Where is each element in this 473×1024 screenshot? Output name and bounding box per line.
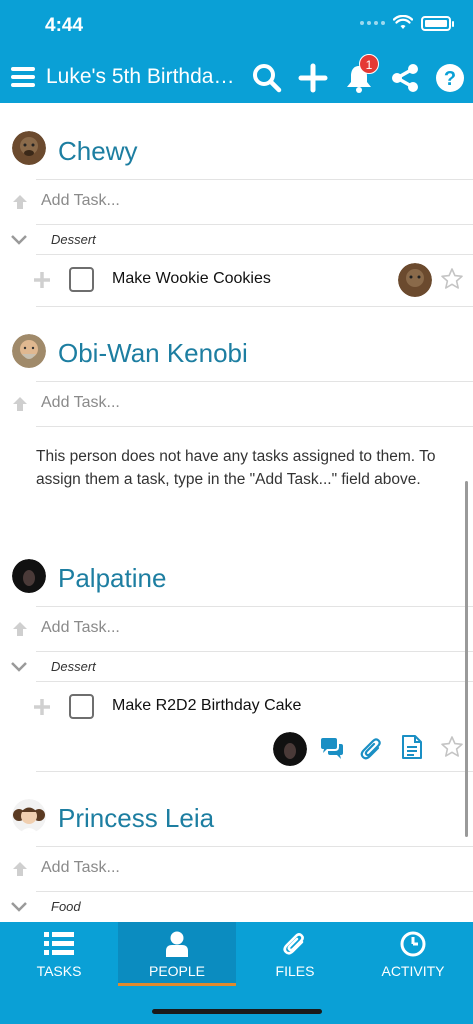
person-name[interactable]: Palpatine (58, 563, 166, 594)
divider (36, 306, 473, 307)
category-row[interactable]: Food (0, 892, 473, 922)
task-row[interactable]: Make R2D2 Birthday Cake (0, 681, 473, 733)
top-bar: 4:44 Luke's 5th Birthda… ? 1 (0, 0, 473, 103)
add-task-input[interactable]: Add Task... (41, 394, 120, 412)
task-title[interactable]: Make R2D2 Birthday Cake (112, 697, 301, 715)
search-icon[interactable] (251, 62, 283, 94)
wifi-icon (393, 15, 413, 29)
divider (36, 426, 473, 427)
category-label: Dessert (51, 232, 96, 247)
task-checkbox[interactable] (69, 267, 94, 292)
arrow-up-icon[interactable] (10, 619, 30, 639)
add-task-row[interactable]: Add Task... (0, 847, 473, 891)
clock-icon (400, 931, 426, 957)
app-header: Luke's 5th Birthda… ? (0, 52, 473, 102)
signal-icon (360, 21, 385, 25)
paperclip-icon[interactable] (359, 736, 385, 762)
list-icon (44, 932, 74, 955)
avatar (12, 559, 46, 593)
nav-tasks[interactable]: TASKS (0, 922, 118, 986)
avatar (12, 799, 46, 833)
category-row[interactable]: Dessert (0, 225, 473, 255)
nav-files[interactable]: FILES (236, 922, 354, 986)
avatar (12, 131, 46, 165)
task-row[interactable]: Make Wookie Cookies (0, 254, 473, 306)
status-icons (360, 15, 454, 31)
paperclip-icon (283, 933, 304, 955)
arrow-up-icon[interactable] (10, 394, 30, 414)
document-icon[interactable] (399, 734, 425, 760)
help-icon[interactable]: ? (434, 62, 466, 94)
battery-icon (421, 15, 454, 31)
nav-label: TASKS (36, 963, 82, 979)
person-name[interactable]: Chewy (58, 136, 137, 167)
nav-label: ACTIVITY (381, 963, 445, 979)
comments-icon[interactable] (319, 736, 345, 762)
page-title[interactable]: Luke's 5th Birthda… (46, 65, 234, 89)
home-indicator (152, 1009, 322, 1014)
add-task-input[interactable]: Add Task... (41, 619, 120, 637)
add-task-row[interactable]: Add Task... (0, 607, 473, 651)
people-list[interactable]: Chewy Add Task... Dessert Make Wookie Co… (0, 103, 473, 922)
plus-icon[interactable] (33, 698, 51, 716)
menu-icon[interactable] (11, 67, 35, 87)
person-name[interactable]: Obi-Wan Kenobi (58, 338, 248, 369)
nav-people[interactable]: PEOPLE (118, 922, 236, 986)
chevron-down-icon[interactable] (10, 660, 28, 674)
nav-activity[interactable]: ACTIVITY (354, 922, 472, 986)
avatar (12, 334, 46, 368)
notification-badge: 1 (359, 54, 379, 74)
add-icon[interactable] (297, 62, 329, 94)
scrollbar[interactable] (465, 481, 468, 837)
category-label: Dessert (51, 659, 96, 674)
divider (36, 771, 473, 772)
arrow-up-icon[interactable] (10, 859, 30, 879)
star-icon[interactable] (440, 735, 464, 759)
status-time: 4:44 (45, 15, 84, 36)
person-icon (166, 931, 188, 957)
task-title[interactable]: Make Wookie Cookies (112, 270, 271, 288)
share-icon[interactable] (389, 62, 421, 94)
empty-tasks-note: This person does not have any tasks assi… (36, 448, 436, 488)
chevron-down-icon[interactable] (10, 900, 28, 914)
svg-text:?: ? (444, 68, 456, 90)
chevron-down-icon[interactable] (10, 233, 28, 247)
category-row[interactable]: Dessert (0, 652, 473, 682)
assignee-avatar (273, 732, 307, 766)
plus-icon[interactable] (33, 271, 51, 289)
task-checkbox[interactable] (69, 694, 94, 719)
add-task-input[interactable]: Add Task... (41, 192, 120, 210)
add-task-row[interactable]: Add Task... (0, 382, 473, 426)
star-icon[interactable] (440, 267, 464, 291)
add-task-row[interactable]: Add Task... (0, 180, 473, 224)
person-name[interactable]: Princess Leia (58, 803, 214, 834)
nav-label: PEOPLE (148, 963, 206, 979)
arrow-up-icon[interactable] (10, 192, 30, 212)
assignee-avatar (398, 263, 432, 297)
category-label: Food (51, 899, 81, 914)
add-task-input[interactable]: Add Task... (41, 859, 120, 877)
nav-label: FILES (275, 963, 315, 979)
